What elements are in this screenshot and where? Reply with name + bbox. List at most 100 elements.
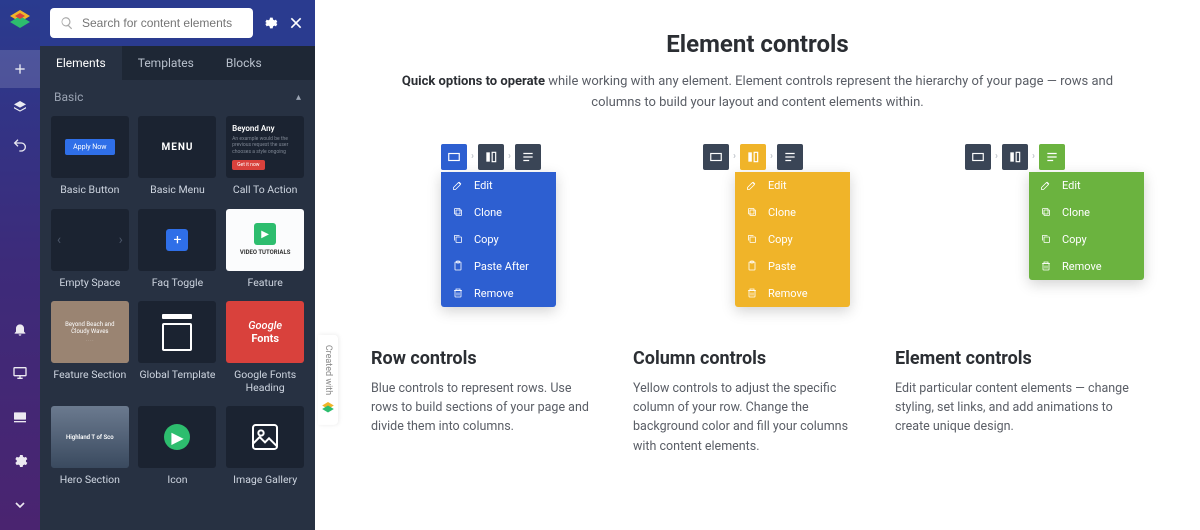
card-thumb: ▶VIDEO TUTORIALS	[226, 209, 304, 271]
card-label: Icon	[167, 474, 187, 487]
tab-elements[interactable]: Elements	[40, 46, 122, 80]
context-menu: EditCloneCopyPasteRemove	[735, 172, 850, 307]
category-basic[interactable]: Basic ▴	[40, 80, 315, 110]
element-card[interactable]: ▶VIDEO TUTORIALSFeature	[225, 209, 305, 290]
card-thumb	[138, 301, 216, 363]
column-heading: Column controls	[633, 348, 855, 369]
crumb-col[interactable]	[740, 144, 766, 170]
chevron-right-icon: ›	[770, 151, 773, 162]
menu-item-copy[interactable]: Copy	[441, 226, 556, 253]
close-icon[interactable]	[287, 14, 305, 32]
menu-item-edit[interactable]: Edit	[735, 172, 850, 199]
tab-blocks[interactable]: Blocks	[210, 46, 278, 80]
rail-gear[interactable]	[0, 442, 40, 480]
crumb-el[interactable]	[515, 144, 541, 170]
category-label: Basic	[54, 90, 83, 104]
menu-item-edit[interactable]: Edit	[1029, 172, 1144, 199]
card-label: Feature Section	[53, 369, 126, 382]
app-logo	[8, 8, 32, 32]
menu-item-edit[interactable]: Edit	[441, 172, 556, 199]
page-title: Element controls	[371, 30, 1144, 58]
menu-item-paste-after[interactable]: Paste After	[441, 253, 556, 280]
card-label: Image Gallery	[233, 474, 297, 487]
card-thumb: ▶	[138, 406, 216, 468]
crumb-col[interactable]	[1002, 144, 1028, 170]
element-card[interactable]: Apply Now Basic Button	[50, 116, 130, 197]
column-heading: Element controls	[895, 348, 1144, 369]
card-label: Basic Button	[60, 184, 119, 197]
column-desc: Blue controls to represent rows. Use row…	[371, 379, 593, 437]
menu-item-remove[interactable]: Remove	[735, 280, 850, 307]
control-demo: › › EditCloneCopyRemove	[965, 144, 1144, 314]
chevron-right-icon: ›	[508, 151, 511, 162]
crumb-row[interactable]	[965, 144, 991, 170]
card-label: Hero Section	[60, 474, 120, 487]
rail-present[interactable]	[0, 398, 40, 436]
app-logo-mini	[321, 401, 335, 415]
rail-chevron-down[interactable]	[0, 486, 40, 524]
control-demo: ››EditCloneCopyPasteRemove	[703, 144, 855, 314]
control-column: ››EditCloneCopyPaste AfterRemoveRow cont…	[371, 144, 593, 457]
elements-panel: Elements Templates Blocks Basic ▴ Apply …	[40, 0, 315, 530]
chevron-right-icon: ›	[1032, 151, 1035, 162]
element-card[interactable]: Global Template	[138, 301, 218, 394]
elements-grid: Apply Now Basic Button MENU Basic Menu Beyon…	[40, 110, 315, 497]
panel-topbar	[40, 0, 315, 46]
element-card[interactable]: Beyond AnyAn example would be the previo…	[225, 116, 305, 197]
main-content: Element controls Quick options to operat…	[315, 0, 1200, 530]
element-card[interactable]: Highland T of Sco Hero Section	[50, 406, 130, 487]
menu-item-remove[interactable]: Remove	[1029, 253, 1144, 280]
settings-icon[interactable]	[261, 14, 279, 32]
menu-item-copy[interactable]: Copy	[1029, 226, 1144, 253]
rail-bell[interactable]	[0, 310, 40, 348]
columns: ››EditCloneCopyPaste AfterRemoveRow cont…	[371, 144, 1144, 457]
crumb-row[interactable]	[703, 144, 729, 170]
crumb-col[interactable]	[478, 144, 504, 170]
search-input[interactable]	[74, 16, 243, 30]
menu-item-clone[interactable]: Clone	[735, 199, 850, 226]
element-card[interactable]: Image Gallery	[225, 406, 305, 487]
card-label: Faq Toggle	[152, 277, 203, 290]
chevron-up-icon: ▴	[296, 92, 301, 103]
rail-layers[interactable]	[0, 88, 40, 126]
tab-templates[interactable]: Templates	[122, 46, 210, 80]
column-desc: Edit particular content elements — chang…	[895, 379, 1144, 437]
crumb-el[interactable]	[777, 144, 803, 170]
created-with-tab[interactable]: Created with	[318, 335, 338, 425]
context-menu: EditCloneCopyPaste AfterRemove	[441, 172, 556, 307]
element-card[interactable]: GoogleFontsGoogle Fonts Heading	[225, 301, 305, 394]
menu-item-clone[interactable]: Clone	[1029, 199, 1144, 226]
crumb-row[interactable]	[441, 144, 467, 170]
menu-item-remove[interactable]: Remove	[441, 280, 556, 307]
element-card[interactable]: ▶ Icon	[138, 406, 218, 487]
panel-tabs: Elements Templates Blocks	[40, 46, 315, 80]
rail-add[interactable]	[0, 50, 40, 88]
element-card[interactable]: Beyond Beach and Cloudy Waves· · · · Feat…	[50, 301, 130, 394]
menu-item-copy[interactable]: Copy	[735, 226, 850, 253]
menu-item-paste[interactable]: Paste	[735, 253, 850, 280]
element-card[interactable]: MENU Basic Menu	[138, 116, 218, 197]
card-thumb: Beyond AnyAn example would be the previo…	[226, 116, 304, 178]
menu-item-clone[interactable]: Clone	[441, 199, 556, 226]
card-thumb: ‹›	[51, 209, 129, 271]
card-thumb: MENU	[138, 116, 216, 178]
rail-undo[interactable]	[0, 126, 40, 164]
chevron-right-icon: ›	[995, 151, 998, 162]
chevron-right-icon: ›	[471, 151, 474, 162]
card-thumb: Highland T of Sco	[51, 406, 129, 468]
card-thumb: Beyond Beach and Cloudy Waves· · · ·	[51, 301, 129, 363]
element-card[interactable]: ‹›Empty Space	[50, 209, 130, 290]
card-label: Basic Menu	[150, 184, 205, 197]
breadcrumb: ››	[703, 144, 855, 170]
card-label: Google Fonts Heading	[225, 369, 305, 394]
breadcrumb: ››	[441, 144, 593, 170]
card-thumb: +	[138, 209, 216, 271]
column-heading: Row controls	[371, 348, 593, 369]
crumb-el[interactable]	[1039, 144, 1065, 170]
search-icon	[60, 16, 74, 30]
card-thumb: Apply Now	[51, 116, 129, 178]
search-input-wrap[interactable]	[50, 8, 253, 38]
element-card[interactable]: + Faq Toggle	[138, 209, 218, 290]
card-label: Global Template	[140, 369, 216, 382]
rail-desktop[interactable]	[0, 354, 40, 392]
